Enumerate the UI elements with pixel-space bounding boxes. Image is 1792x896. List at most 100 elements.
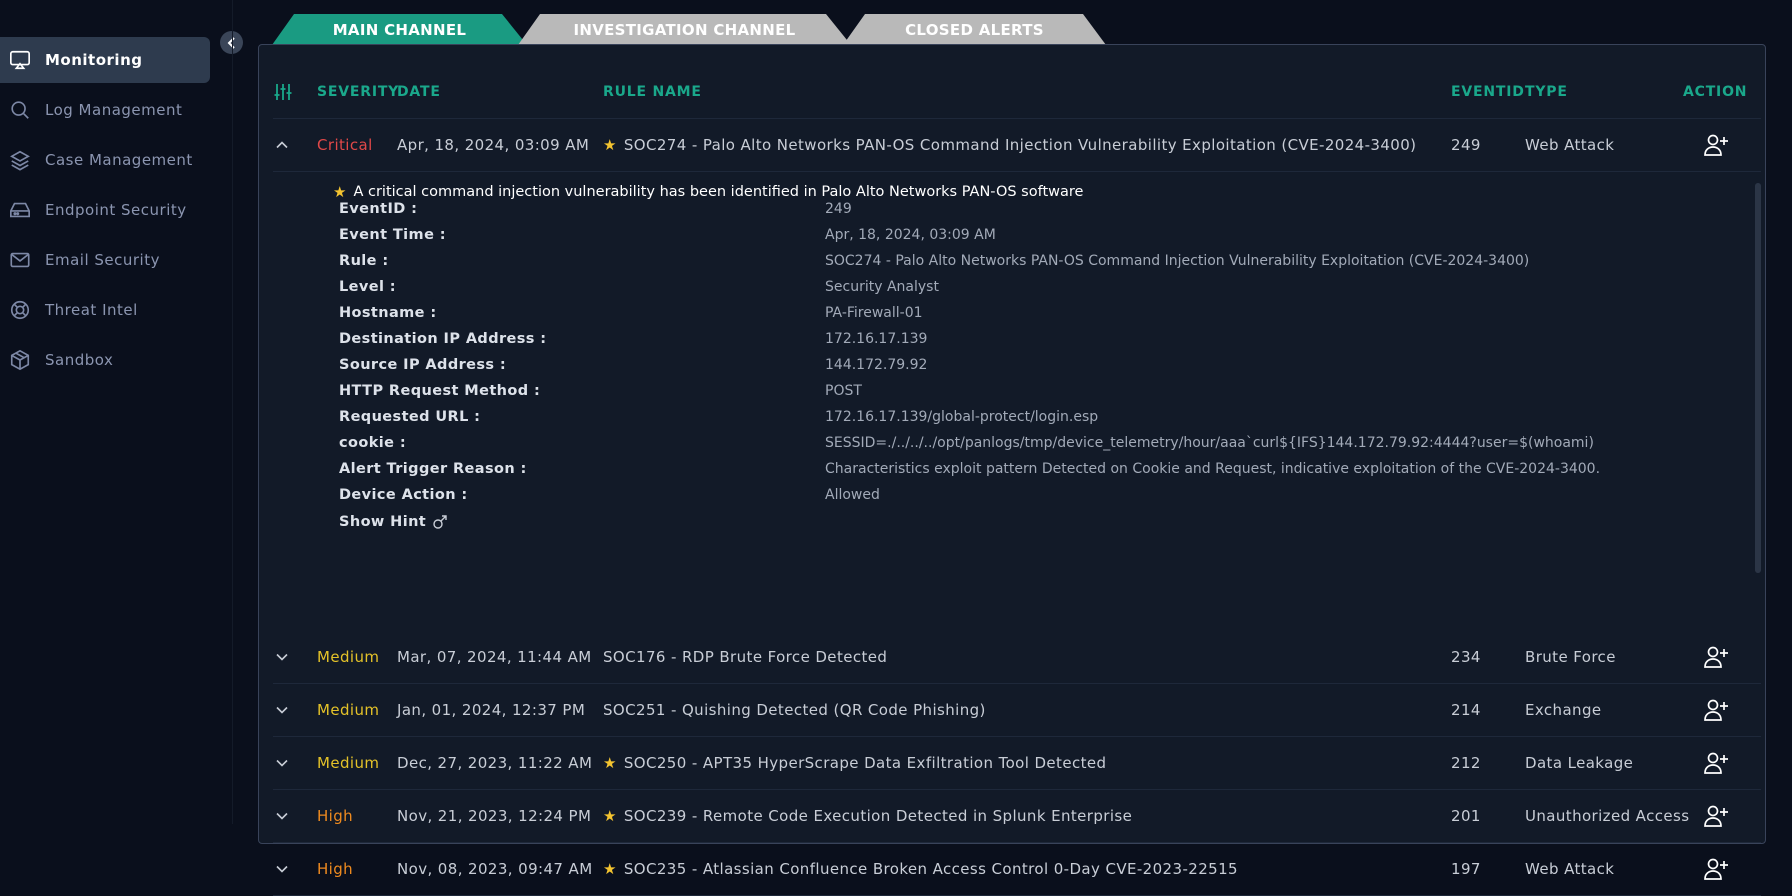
- assign-user-icon[interactable]: [1703, 790, 1729, 842]
- assign-user-icon[interactable]: [1703, 684, 1729, 736]
- header-date[interactable]: DATE: [397, 65, 441, 118]
- severity-badge: Medium: [317, 648, 380, 666]
- monitor-icon: [8, 48, 32, 72]
- table-row[interactable]: Medium Mar, 07, 2024, 11:44 AM SOC176 - …: [273, 631, 1761, 684]
- detail-value: 249: [825, 201, 852, 217]
- sidebar-divider: [232, 0, 233, 824]
- sidebar-item-label: Monitoring: [45, 51, 143, 69]
- alert-date: Nov, 21, 2023, 12:24 PM: [397, 807, 592, 825]
- detail-scrollbar[interactable]: [1755, 183, 1761, 573]
- event-id: 234: [1451, 648, 1481, 666]
- sidebar-item-sandbox[interactable]: Sandbox: [0, 337, 210, 383]
- sidebar: Monitoring Log Management Case Managemen…: [0, 0, 243, 824]
- rule-name[interactable]: ★ SOC239 - Remote Code Execution Detecte…: [603, 790, 1132, 842]
- alert-type: Unauthorized Access: [1525, 807, 1690, 825]
- sidebar-item-email-security[interactable]: Email Security: [0, 237, 210, 283]
- alert-type: Exchange: [1525, 701, 1602, 719]
- layers-icon: [8, 148, 32, 172]
- chevron-down-icon[interactable]: [275, 684, 289, 736]
- alert-date: Jan, 01, 2024, 12:37 PM: [397, 701, 586, 719]
- tab-investigation-channel[interactable]: INVESTIGATION CHANNEL: [518, 14, 851, 45]
- header-severity[interactable]: SEVERITY: [317, 65, 399, 118]
- header-action[interactable]: ACTION: [1683, 65, 1747, 118]
- star-icon: ★: [603, 807, 617, 825]
- alert-type: Web Attack: [1525, 136, 1615, 154]
- filter-icon[interactable]: [273, 65, 297, 118]
- severity-badge: Medium: [317, 754, 380, 772]
- detail-value: PA-Firewall-01: [825, 305, 923, 321]
- rule-name[interactable]: ★ SOC274 - Palo Alto Networks PAN-OS Com…: [603, 119, 1416, 171]
- header-type[interactable]: TYPE: [1525, 65, 1568, 118]
- detail-key: EventID :: [339, 201, 418, 217]
- rule-name[interactable]: ★ SOC250 - APT35 HyperScrape Data Exfilt…: [603, 737, 1106, 789]
- detail-value: 172.16.17.139: [825, 331, 928, 347]
- sidebar-item-threat-intel[interactable]: Threat Intel: [0, 287, 210, 333]
- detail-key: Source IP Address :: [339, 357, 507, 373]
- detail-key: Event Time :: [339, 227, 446, 243]
- event-id: 214: [1451, 701, 1481, 719]
- sidebar-item-log-management[interactable]: Log Management: [0, 87, 210, 133]
- alert-description: ★ A critical command injection vulnerabi…: [333, 183, 1084, 201]
- table-row[interactable]: High Nov, 08, 2023, 09:47 AM ★ SOC235 - …: [273, 843, 1761, 896]
- table-row[interactable]: Medium Jan, 01, 2024, 12:37 PM SOC251 - …: [273, 684, 1761, 737]
- show-hint-button[interactable]: Show Hint: [339, 511, 448, 533]
- chevron-down-icon[interactable]: [275, 631, 289, 683]
- event-id: 212: [1451, 754, 1481, 772]
- detail-value: Apr, 18, 2024, 03:09 AM: [825, 227, 996, 243]
- alert-type: Data Leakage: [1525, 754, 1634, 772]
- sidebar-item-label: Log Management: [45, 101, 183, 119]
- alert-date: Dec, 27, 2023, 11:22 AM: [397, 754, 593, 772]
- sidebar-item-endpoint-security[interactable]: Endpoint Security: [0, 187, 210, 233]
- alert-date: Mar, 07, 2024, 11:44 AM: [397, 648, 592, 666]
- event-id: 249: [1451, 136, 1481, 154]
- detail-key: Device Action :: [339, 487, 468, 503]
- star-icon: ★: [603, 860, 617, 878]
- assign-user-icon[interactable]: [1703, 737, 1729, 789]
- sidebar-item-monitoring[interactable]: Monitoring: [0, 37, 210, 83]
- alert-type: Brute Force: [1525, 648, 1616, 666]
- detail-key: HTTP Request Method :: [339, 383, 541, 399]
- detail-value: Allowed: [825, 487, 880, 503]
- alert-type: Web Attack: [1525, 860, 1615, 878]
- header-eventid[interactable]: EVENTID: [1451, 65, 1525, 118]
- detail-key: Destination IP Address :: [339, 331, 547, 347]
- chevron-down-icon[interactable]: [275, 843, 289, 895]
- severity-badge: High: [317, 860, 354, 878]
- detail-value: SESSID=./../../../opt/panlogs/tmp/device…: [825, 435, 1594, 451]
- assign-user-icon[interactable]: [1703, 631, 1729, 683]
- tab-closed-alerts[interactable]: CLOSED ALERTS: [843, 14, 1106, 45]
- tab-main-channel[interactable]: MAIN CHANNEL: [272, 14, 527, 45]
- detail-value: SOC274 - Palo Alto Networks PAN-OS Comma…: [825, 253, 1530, 269]
- severity-badge: Critical: [317, 136, 373, 154]
- search-icon: [8, 98, 32, 122]
- detail-key: cookie :: [339, 435, 407, 451]
- header-rule-name[interactable]: RULE NAME: [603, 65, 702, 118]
- assign-user-icon[interactable]: [1703, 843, 1729, 895]
- sidebar-item-label: Email Security: [45, 251, 160, 269]
- detail-value: Characteristics exploit pattern Detected…: [825, 461, 1601, 477]
- table-row[interactable]: Medium Dec, 27, 2023, 11:22 AM ★ SOC250 …: [273, 737, 1761, 790]
- chevron-up-icon[interactable]: [275, 119, 289, 171]
- detail-key: Requested URL :: [339, 409, 481, 425]
- chevron-down-icon[interactable]: [275, 737, 289, 789]
- sidebar-item-case-management[interactable]: Case Management: [0, 137, 210, 183]
- detail-value: POST: [825, 383, 862, 399]
- scrollbar-thumb[interactable]: [1755, 183, 1761, 573]
- assign-user-icon[interactable]: [1703, 119, 1729, 171]
- rule-name[interactable]: ★ SOC235 - Atlassian Confluence Broken A…: [603, 843, 1238, 895]
- event-id: 197: [1451, 860, 1481, 878]
- severity-badge: Medium: [317, 701, 380, 719]
- sidebar-item-label: Sandbox: [45, 351, 114, 369]
- rule-name[interactable]: SOC251 - Quishing Detected (QR Code Phis…: [603, 684, 986, 736]
- chevron-down-icon[interactable]: [275, 790, 289, 842]
- detail-value: 172.16.17.139/global-protect/login.esp: [825, 409, 1099, 425]
- severity-badge: High: [317, 807, 354, 825]
- sidebar-item-label: Threat Intel: [45, 301, 138, 319]
- rule-name[interactable]: SOC176 - RDP Brute Force Detected: [603, 631, 887, 683]
- table-header: SEVERITY DATE RULE NAME EVENTID TYPE ACT…: [273, 65, 1761, 119]
- hard-drive-icon: [8, 198, 32, 222]
- star-icon: ★: [603, 754, 617, 772]
- sidebar-item-label: Endpoint Security: [45, 201, 187, 219]
- lifebuoy-icon: [8, 298, 32, 322]
- table-row[interactable]: High Nov, 21, 2023, 12:24 PM ★ SOC239 - …: [273, 790, 1761, 843]
